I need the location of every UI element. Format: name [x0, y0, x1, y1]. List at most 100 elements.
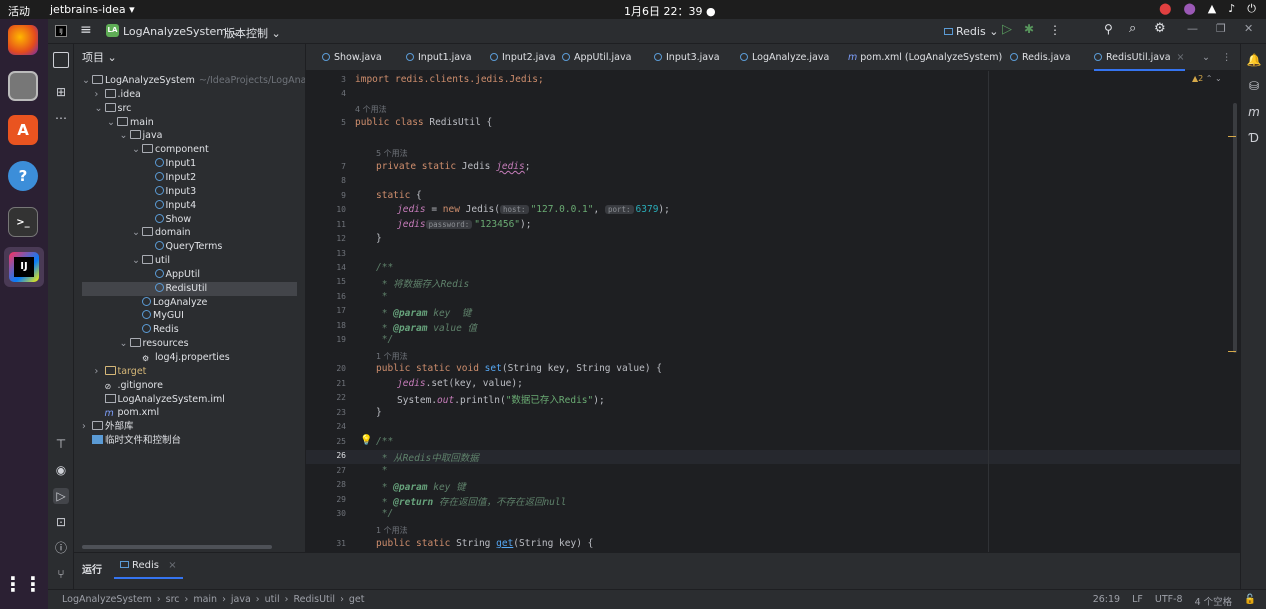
main-menu-icon[interactable]: ≡	[80, 22, 92, 38]
tree-item[interactable]: Show	[145, 213, 191, 227]
bulb-icon[interactable]: 💡	[360, 435, 372, 446]
indent-setting[interactable]: 4 个空格	[1195, 594, 1233, 608]
chevron-icon[interactable]: ⌄	[120, 129, 130, 143]
tree-item[interactable]: ⚙ log4j.properties	[132, 351, 230, 365]
chevron-icon[interactable]: ›	[95, 365, 105, 379]
code-editor[interactable]: ▲2 ⌃ ⌄ 3 4 5 7 8 9 10 11 12 13 14 15 16 17 18 19 20 21 22 2…	[306, 71, 1240, 552]
files-icon[interactable]	[8, 71, 38, 101]
tree-item[interactable]: › .idea	[95, 88, 141, 102]
tree-item[interactable]: ⌄ LogAnalyzeSystem~/IdeaProjects/LogAnaly…	[82, 74, 305, 88]
breadcrumb-item[interactable]: LogAnalyzeSystem	[56, 594, 152, 605]
chevron-icon[interactable]: ⌄	[107, 116, 117, 130]
inspection-widget[interactable]: ▲2 ⌃ ⌄	[1192, 74, 1222, 83]
tree-item[interactable]: ⌄ component	[132, 143, 209, 157]
chevron-icon[interactable]: ⌄	[132, 143, 142, 157]
horizontal-scrollbar[interactable]	[82, 545, 272, 549]
tree-item[interactable]: Input1	[145, 157, 196, 171]
run-tool-icon[interactable]: ▷	[53, 488, 69, 504]
tree-item[interactable]: Redis	[132, 323, 179, 337]
breadcrumb-item[interactable]: java	[231, 594, 251, 605]
tree-item[interactable]: ⌄ resources	[120, 337, 189, 351]
search-icon[interactable]: ⌕	[1129, 21, 1136, 36]
notifications-icon[interactable]: 🔔	[1246, 52, 1262, 68]
project-tool-icon[interactable]	[53, 52, 69, 68]
minimize-icon[interactable]: —	[1187, 22, 1198, 35]
tab-redis-java[interactable]: Redis.java	[1010, 44, 1071, 71]
tree-item[interactable]: Input2	[145, 171, 196, 185]
tab-input2-java[interactable]: Input2.java	[490, 44, 556, 71]
usage-hint[interactable]: 4 个用法	[355, 104, 387, 115]
tab-apputil-java[interactable]: AppUtil.java	[562, 44, 631, 71]
add-user-icon[interactable]: ⚲	[1104, 22, 1113, 36]
caret-position[interactable]: 26:19	[1093, 594, 1120, 608]
more-tools-icon[interactable]: ⋯	[53, 110, 69, 126]
tree-item[interactable]: QueryTerms	[145, 240, 222, 254]
tree-item[interactable]: AppUtil	[145, 268, 200, 282]
firefox-icon[interactable]	[8, 25, 38, 55]
vcs-menu[interactable]: 版本控制 ⌄	[224, 25, 281, 41]
tab-more-icon[interactable]: ⋮	[1222, 44, 1232, 71]
activities-button[interactable]: 活动	[8, 3, 30, 19]
problems-icon[interactable]: ⓘ	[53, 540, 69, 556]
chevron-icon[interactable]: ⌄	[132, 254, 142, 268]
tree-item[interactable]: ⊘ .gitignore	[95, 379, 163, 393]
tree-item[interactable]: › target	[95, 365, 146, 379]
more-actions-icon[interactable]: ⋮	[1049, 23, 1061, 37]
chevron-icon[interactable]: ⌄	[82, 74, 92, 88]
breadcrumb-item[interactable]: util	[265, 594, 280, 605]
services-icon[interactable]: ◉	[53, 462, 69, 478]
run-config-selector[interactable]: Redis ⌄	[944, 25, 998, 38]
tree-item[interactable]: › 外部库	[82, 420, 134, 434]
chevron-icon[interactable]: ›	[82, 420, 92, 434]
tab-pom-xml-loganalyzesystem[interactable]: m pom.xml (LogAnalyzeSystem)	[848, 44, 1002, 71]
tree-item[interactable]: MyGUI	[132, 309, 184, 323]
breadcrumb-item[interactable]: main	[193, 594, 217, 605]
tree-item[interactable]: 临时文件和控制台	[82, 434, 181, 448]
structure-icon[interactable]: ⊞	[53, 84, 69, 100]
usage-hint[interactable]: 1 个用法	[376, 525, 408, 536]
software-icon[interactable]: A	[8, 115, 38, 145]
tree-item[interactable]: Input4	[145, 199, 196, 213]
tab-list-chevron-icon[interactable]: ⌄	[1202, 44, 1210, 71]
chevron-icon[interactable]: ⌄	[132, 226, 142, 240]
tree-item[interactable]: m pom.xml	[95, 406, 160, 420]
tree-item[interactable]: ⌄ util	[132, 254, 170, 268]
debug-icon[interactable]: ✱	[1024, 22, 1034, 36]
tree-item[interactable]: ⌄ domain	[132, 226, 191, 240]
git-icon[interactable]: ⑂	[53, 566, 69, 582]
file-encoding[interactable]: UTF-8	[1155, 594, 1183, 608]
system-tray[interactable]: ⬤ ⬤ ▲ ♪ ⏻	[1159, 2, 1256, 16]
tree-item[interactable]: RedisUtil	[82, 281, 297, 296]
run-tab-redis[interactable]: Redis ×	[114, 553, 183, 579]
usage-hint[interactable]: 5 个用法	[376, 148, 408, 159]
tree-item[interactable]: ⌄ src	[95, 102, 131, 116]
close-tab-icon[interactable]: ×	[168, 560, 176, 571]
tree-item[interactable]: LogAnalyze	[132, 296, 207, 310]
terminal-tool-icon[interactable]: ⊡	[53, 514, 69, 530]
chevron-icon[interactable]: ⌄	[120, 337, 130, 351]
restore-icon[interactable]: ❐	[1216, 22, 1226, 35]
project-panel-header[interactable]: 项目 ⌄	[74, 44, 305, 72]
line-ending[interactable]: LF	[1132, 594, 1143, 608]
tree-item[interactable]: ⌄ main	[107, 116, 154, 130]
tab-show-java[interactable]: Show.java	[322, 44, 382, 71]
tab-redisutil-java[interactable]: RedisUtil.java ×	[1094, 44, 1185, 71]
run-icon[interactable]: ▷	[1002, 22, 1012, 37]
usage-hint[interactable]: 1 个用法	[376, 351, 408, 362]
help-icon[interactable]: ?	[8, 161, 38, 191]
settings-gear-icon[interactable]: ⚙	[1154, 21, 1166, 36]
build-icon[interactable]: ⊤	[53, 436, 69, 452]
project-switcher[interactable]: LogAnalyzeSystem ⌄	[123, 25, 240, 38]
chevron-icon[interactable]: ⌄	[95, 102, 105, 116]
lock-icon[interactable]: 🔓	[1244, 594, 1256, 608]
tree-item[interactable]: LogAnalyzeSystem.iml	[95, 393, 225, 407]
vertical-scrollbar[interactable]	[1233, 103, 1237, 353]
terminal-icon[interactable]: >_	[8, 207, 38, 237]
tree-item[interactable]: ⌄ java	[120, 129, 162, 143]
close-tab-icon[interactable]: ×	[1174, 52, 1185, 63]
tab-input1-java[interactable]: Input1.java	[406, 44, 472, 71]
intellij-dock-item[interactable]: IJ	[4, 247, 44, 287]
chevron-icon[interactable]: ›	[95, 88, 105, 102]
maven-icon[interactable]: m	[1246, 104, 1262, 120]
tab-loganalyze-java[interactable]: LogAnalyze.java	[740, 44, 829, 71]
